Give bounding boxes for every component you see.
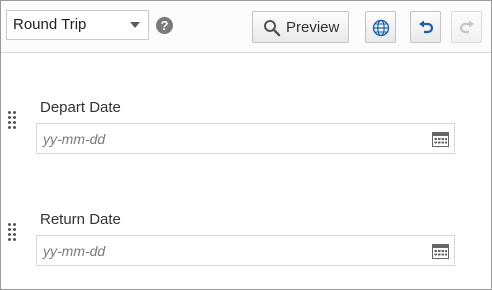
help-icon[interactable]: ? (156, 17, 173, 34)
return-date-label: Return Date (40, 211, 121, 228)
language-button[interactable] (365, 11, 396, 43)
calendar-icon[interactable] (432, 131, 449, 147)
depart-date-placeholder: yy-mm-dd (43, 131, 106, 147)
calendar-icon[interactable] (432, 243, 449, 259)
preview-button[interactable]: Preview (252, 11, 349, 43)
redo-button[interactable] (451, 11, 482, 43)
return-date-field: Return Date yy-mm-dd (1, 203, 491, 283)
toolbar: Round Trip ? Preview (1, 1, 491, 53)
trip-type-value: Round Trip (13, 16, 87, 33)
undo-icon (419, 20, 434, 34)
drag-handle-icon[interactable] (8, 223, 18, 243)
form-designer-panel: Round Trip ? Preview Depart Date yy-mm-d… (0, 0, 492, 290)
depart-date-input[interactable]: yy-mm-dd (36, 123, 455, 154)
depart-date-label: Depart Date (40, 99, 121, 116)
return-date-placeholder: yy-mm-dd (43, 243, 106, 259)
undo-button[interactable] (410, 11, 441, 43)
globe-icon (372, 19, 390, 37)
drag-handle-icon[interactable] (8, 111, 18, 131)
preview-label: Preview (286, 19, 340, 36)
redo-icon (459, 20, 474, 34)
depart-date-field: Depart Date yy-mm-dd (1, 91, 491, 171)
return-date-input[interactable]: yy-mm-dd (36, 235, 455, 266)
chevron-down-icon (130, 22, 140, 28)
search-icon (264, 20, 281, 37)
trip-type-select[interactable]: Round Trip (6, 10, 149, 40)
